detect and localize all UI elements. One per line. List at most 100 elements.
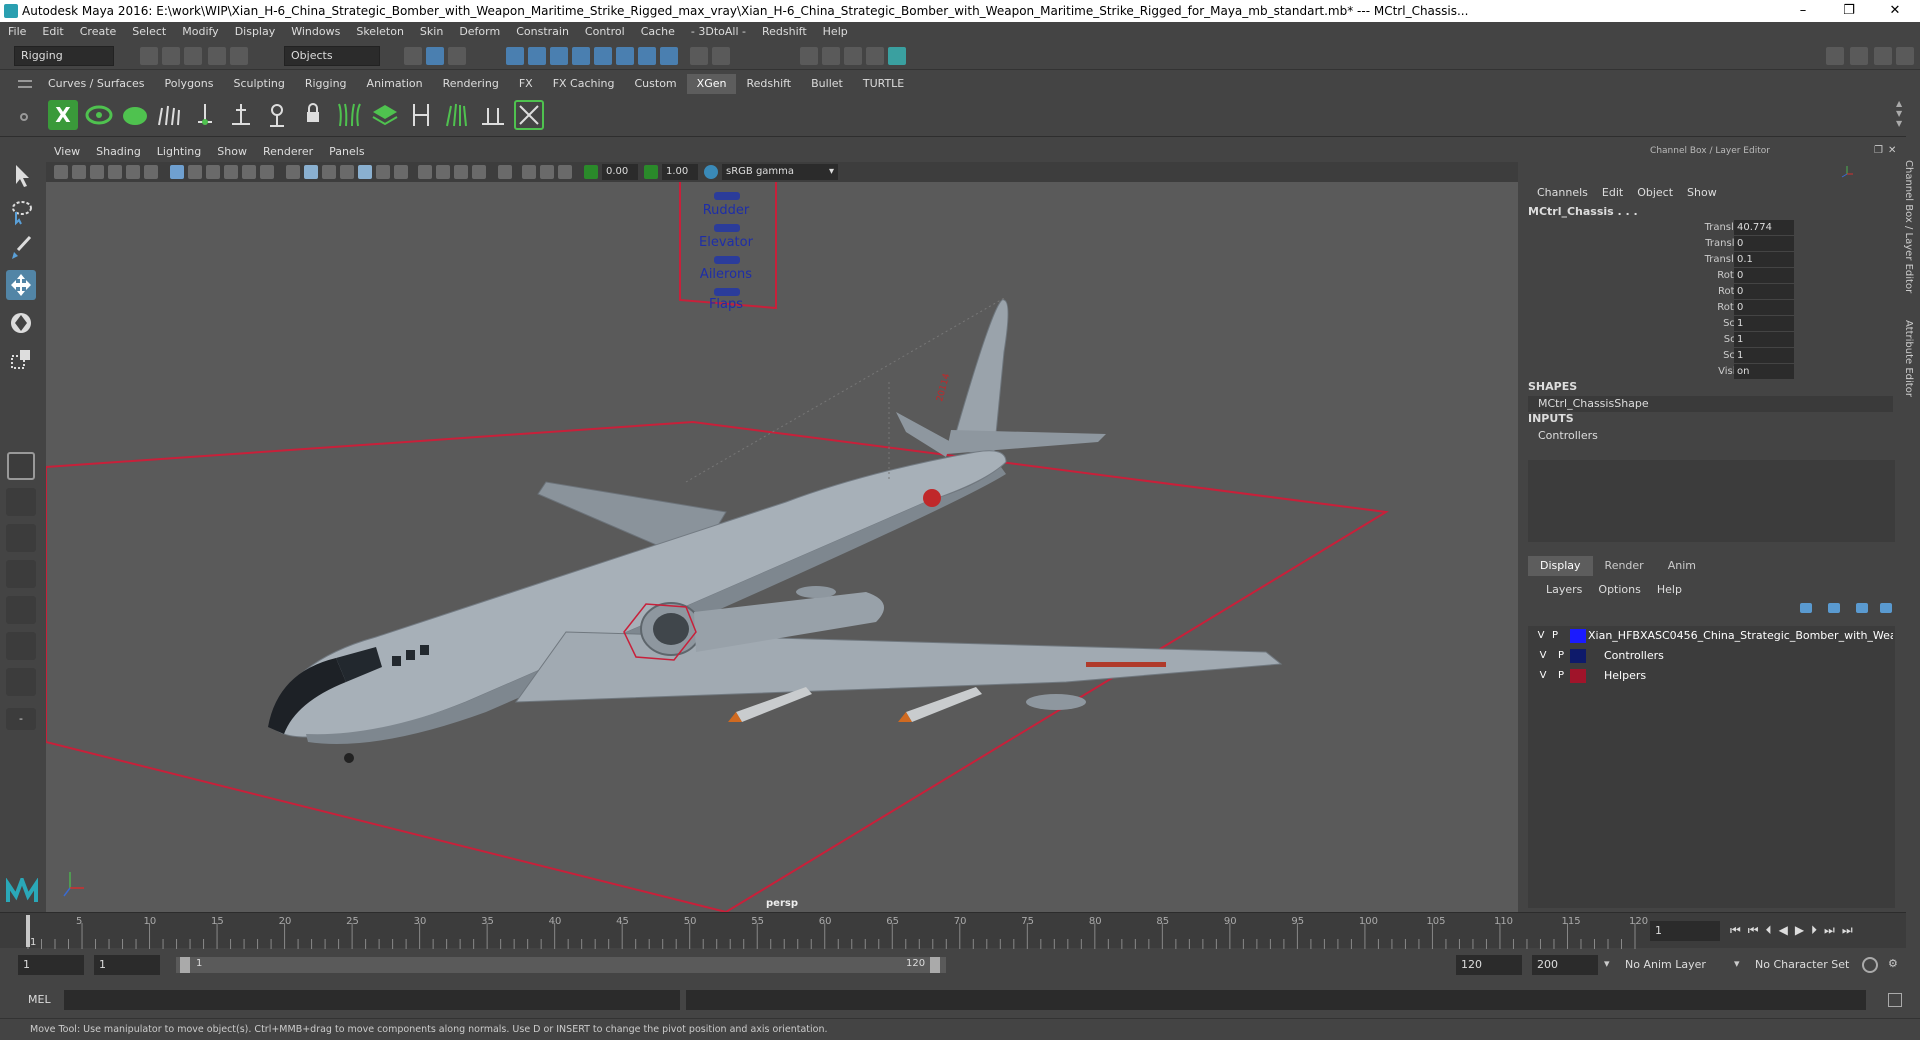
render-frame-icon[interactable] — [822, 47, 840, 65]
xray-joints-icon[interactable] — [540, 165, 554, 179]
layer-playback-toggle[interactable]: P — [1554, 668, 1568, 684]
gate-mask-icon[interactable] — [224, 165, 238, 179]
modeling-toolkit-icon[interactable] — [1826, 47, 1844, 65]
two-d-pan-icon[interactable] — [126, 165, 140, 179]
ailerons-slider-icon[interactable] — [714, 256, 740, 264]
grid-toggle-icon[interactable] — [170, 165, 184, 179]
depth-of-field-icon[interactable] — [472, 165, 486, 179]
tab-fx-caching[interactable]: FX Caching — [543, 74, 625, 94]
open-scene-icon[interactable] — [162, 47, 180, 65]
current-time-marker[interactable] — [26, 915, 30, 947]
channel-row[interactable]: Visibilityon — [1700, 364, 1830, 380]
snap-grid-icon[interactable] — [506, 47, 524, 65]
xray-components-icon[interactable] — [558, 165, 572, 179]
layer-visibility-toggle[interactable]: V — [1536, 668, 1550, 684]
snap-surface-icon[interactable] — [572, 47, 590, 65]
xgen-add-guide-icon[interactable] — [190, 100, 220, 130]
camera-select-icon[interactable] — [54, 165, 68, 179]
tab-fx[interactable]: FX — [509, 74, 543, 94]
panel-menu-panels[interactable]: Panels — [321, 142, 372, 162]
menu-windows[interactable]: Windows — [283, 22, 348, 42]
xgen-guide-hair-icon[interactable] — [334, 100, 364, 130]
close-panel-icon[interactable]: ✕ — [1888, 145, 1896, 156]
panel-menu-view[interactable]: View — [46, 142, 88, 162]
animation-prefs-icon[interactable]: ⚙ — [1888, 957, 1904, 973]
tab-bullet[interactable]: Bullet — [801, 74, 853, 94]
hypershade-layout-icon[interactable] — [6, 596, 36, 624]
playback-end-field[interactable]: 120 — [1456, 955, 1522, 975]
ipr-render-icon[interactable] — [844, 47, 862, 65]
xgen-guides-to-curves-icon[interactable] — [478, 100, 508, 130]
anim-layer-dropdown[interactable]: No Anim Layer — [1620, 955, 1740, 975]
move-layer-up-icon[interactable] — [1800, 603, 1812, 613]
menu-edit[interactable]: Edit — [34, 22, 71, 42]
float-panel-icon[interactable]: ❐ — [1874, 145, 1883, 156]
image-plane-icon[interactable] — [108, 165, 122, 179]
move-layer-down-icon[interactable] — [1828, 603, 1840, 613]
layer-row[interactable]: V P Helpers — [1528, 666, 1895, 686]
view-transform-dropdown[interactable]: sRGB gamma ▾ — [722, 164, 838, 180]
h6-bomber-model[interactable]: 20114 — [268, 299, 1283, 763]
channel-row[interactable]: Scale Y1 — [1700, 332, 1830, 348]
playback-start-field[interactable]: 1 — [94, 955, 160, 975]
more-layouts-icon[interactable]: - — [6, 708, 36, 730]
tab-turtle[interactable]: TURTLE — [853, 74, 914, 94]
tab-anim[interactable]: Anim — [1656, 556, 1708, 576]
channel-value[interactable]: 0.1 — [1734, 252, 1794, 267]
maximize-button[interactable]: ❐ — [1826, 0, 1872, 22]
lock-icon[interactable] — [690, 47, 708, 65]
cb-menu-object[interactable]: Object — [1630, 185, 1680, 201]
channel-row[interactable]: Translate X 40.774 — [1700, 220, 1830, 236]
tab-render[interactable]: Render — [1593, 556, 1656, 576]
chevron-down-icon[interactable]: ▾ — [1734, 957, 1740, 970]
le-menu-options[interactable]: Options — [1590, 582, 1648, 598]
cb-menu-channels[interactable]: Channels — [1530, 185, 1595, 201]
film-gate-icon[interactable] — [188, 165, 202, 179]
select-component-icon[interactable] — [448, 47, 466, 65]
snap-point-icon[interactable] — [550, 47, 568, 65]
tab-rigging[interactable]: Rigging — [295, 74, 357, 94]
end-time-field[interactable]: 200 — [1532, 955, 1598, 975]
character-set-dropdown[interactable]: No Character Set — [1750, 955, 1860, 975]
xgen-select-guide-icon[interactable] — [262, 100, 292, 130]
close-button[interactable]: ✕ — [1872, 0, 1918, 22]
panel-menu-show[interactable]: Show — [209, 142, 255, 162]
panel-menu-lighting[interactable]: Lighting — [149, 142, 209, 162]
chevron-down-icon[interactable]: ▾ — [1604, 957, 1610, 970]
menu-display[interactable]: Display — [227, 22, 284, 42]
channel-value[interactable]: 0 — [1734, 268, 1794, 283]
channel-value[interactable]: 1 — [1734, 316, 1794, 331]
elevator-slider-icon[interactable] — [714, 224, 740, 232]
tab-custom[interactable]: Custom — [625, 74, 687, 94]
xray-icon[interactable] — [522, 165, 536, 179]
four-view-layout-icon[interactable] — [6, 488, 36, 516]
channel-value[interactable]: 0 — [1734, 300, 1794, 315]
shadows-icon[interactable] — [394, 165, 408, 179]
xgen-sculpt-guide-icon[interactable] — [226, 100, 256, 130]
xgen-editor-icon[interactable]: X — [48, 100, 78, 130]
tab-xgen[interactable]: XGen — [686, 74, 737, 94]
xgen-normalize-guides-icon[interactable] — [406, 100, 436, 130]
panel-menu-renderer[interactable]: Renderer — [255, 142, 321, 162]
cb-menu-show[interactable]: Show — [1680, 185, 1724, 201]
undo-icon[interactable] — [208, 47, 226, 65]
ambient-occlusion-icon[interactable] — [418, 165, 432, 179]
xgen-rebuild-guides-icon[interactable] — [442, 100, 472, 130]
channel-value[interactable]: 1 — [1734, 348, 1794, 363]
layer-row[interactable]: V P Xian_HFBXASC0456_China_Strategic_Bom… — [1528, 626, 1895, 646]
minimize-button[interactable]: – — [1780, 0, 1826, 22]
persp-outliner-layout-icon[interactable] — [6, 524, 36, 552]
menu-redshift[interactable]: Redshift — [754, 22, 815, 42]
save-scene-icon[interactable] — [184, 47, 202, 65]
channel-row[interactable]: Translate Z 0.1 — [1700, 252, 1830, 268]
menu-deform[interactable]: Deform — [451, 22, 508, 42]
xgen-place-guides-icon[interactable] — [154, 100, 184, 130]
xgen-layers-icon[interactable] — [370, 100, 400, 130]
xgen-lock-guide-icon[interactable] — [298, 100, 328, 130]
layer-playback-toggle[interactable]: P — [1554, 648, 1568, 664]
select-object-icon[interactable] — [426, 47, 444, 65]
menu-3dtoall[interactable]: - 3DtoAll - — [683, 22, 754, 42]
wireframe-on-shaded-icon[interactable] — [340, 165, 354, 179]
current-frame-field[interactable]: 1 — [1650, 921, 1720, 941]
hypershade-icon[interactable] — [888, 47, 906, 65]
